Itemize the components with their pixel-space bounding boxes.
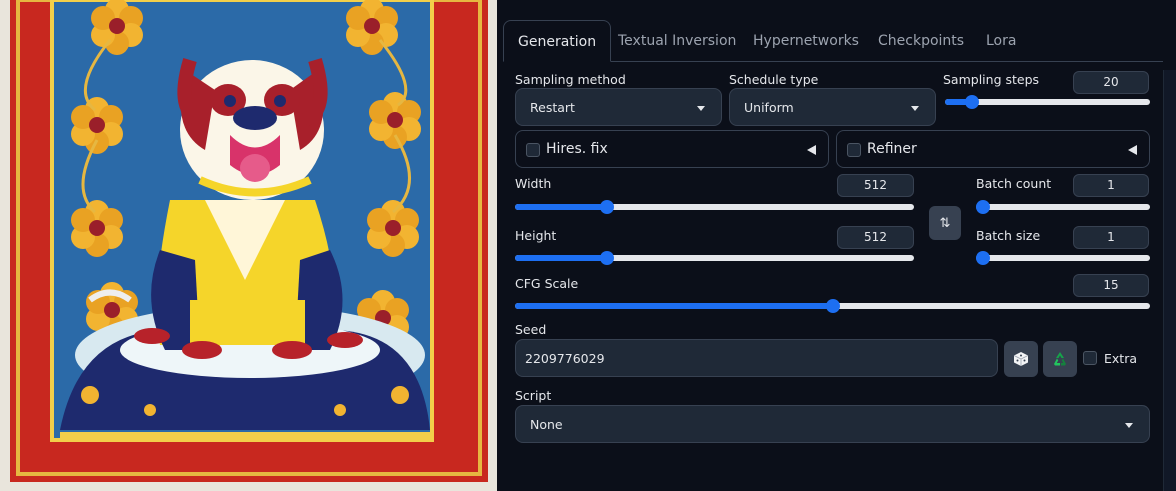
- seed-label: Seed: [515, 322, 547, 337]
- dice-icon: [1013, 352, 1029, 366]
- script-dropdown[interactable]: None: [515, 405, 1150, 443]
- width-label: Width: [515, 176, 552, 191]
- sampling-steps-label: Sampling steps: [943, 72, 1040, 87]
- refiner-checkbox[interactable]: [847, 143, 861, 157]
- random-seed-button[interactable]: [1004, 341, 1038, 377]
- slider-thumb[interactable]: [825, 299, 840, 313]
- hires-fix-accordion[interactable]: Hires. fix: [515, 130, 829, 168]
- slider-thumb[interactable]: [976, 251, 990, 265]
- height-label: Height: [515, 228, 557, 243]
- batch-size-label: Batch size: [976, 228, 1041, 243]
- height-slider[interactable]: [515, 250, 914, 266]
- refiner-label: Refiner: [867, 141, 917, 157]
- chevron-down-icon: [697, 106, 705, 111]
- collapse-arrow-icon[interactable]: [1128, 145, 1137, 155]
- slider-thumb[interactable]: [964, 95, 979, 109]
- sampling-method-dropdown[interactable]: Restart: [515, 88, 722, 126]
- collapse-arrow-icon[interactable]: [807, 145, 816, 155]
- slider-fill: [515, 303, 833, 309]
- seed-input[interactable]: 2209776029: [515, 339, 998, 377]
- tab-hypernetworks[interactable]: Hypernetworks: [753, 20, 859, 62]
- swap-dimensions-button[interactable]: ⇅: [929, 206, 961, 240]
- batch-size-slider[interactable]: [976, 250, 1150, 266]
- chevron-down-icon: [1125, 423, 1133, 428]
- swap-arrows-icon: ⇅: [939, 215, 951, 231]
- slider-fill: [515, 255, 607, 261]
- batch-count-label: Batch count: [976, 176, 1052, 191]
- slider-thumb[interactable]: [976, 200, 990, 214]
- batch-size-input[interactable]: 1: [1073, 226, 1149, 249]
- batch-count-input[interactable]: 1: [1073, 174, 1149, 197]
- schedule-type-value: Uniform: [744, 100, 794, 115]
- batch-count-slider[interactable]: [976, 199, 1150, 215]
- reuse-seed-button[interactable]: [1043, 341, 1077, 377]
- panel-scrollbar[interactable]: [1163, 70, 1176, 491]
- dog-tapestry-image: [0, 0, 497, 491]
- script-value: None: [530, 417, 563, 432]
- hires-fix-checkbox[interactable]: [526, 143, 540, 157]
- seed-value: 2209776029: [525, 351, 605, 366]
- slider-fill: [515, 204, 607, 210]
- width-slider[interactable]: [515, 199, 914, 215]
- chevron-down-icon: [911, 106, 919, 111]
- cfg-scale-input[interactable]: 15: [1073, 274, 1149, 297]
- extra-seed-checkbox[interactable]: [1083, 351, 1097, 365]
- schedule-type-label: Schedule type: [729, 72, 819, 87]
- refiner-accordion[interactable]: Refiner: [836, 130, 1150, 168]
- cfg-scale-slider[interactable]: [515, 298, 1150, 314]
- tab-textual-inversion[interactable]: Textual Inversion: [618, 20, 736, 62]
- generated-image: [0, 0, 497, 491]
- tab-generation[interactable]: Generation: [503, 20, 612, 62]
- hires-fix-label: Hires. fix: [546, 141, 608, 157]
- script-label: Script: [515, 388, 552, 403]
- sampling-method-value: Restart: [530, 100, 575, 115]
- sampling-method-label: Sampling method: [515, 72, 626, 87]
- height-input[interactable]: 512: [837, 226, 914, 249]
- slider-thumb[interactable]: [599, 251, 614, 265]
- tab-bar: Generation Textual Inversion Hypernetwor…: [503, 20, 1163, 62]
- tab-checkpoints[interactable]: Checkpoints: [878, 20, 964, 62]
- slider-thumb[interactable]: [599, 200, 614, 214]
- recycle-icon: [1054, 352, 1066, 366]
- schedule-type-dropdown[interactable]: Uniform: [729, 88, 936, 126]
- tab-lora[interactable]: Lora: [986, 20, 1016, 62]
- extra-seed-label: Extra: [1104, 351, 1137, 366]
- txt2img-settings-panel: Generation Textual Inversion Hypernetwor…: [497, 0, 1176, 491]
- sampling-steps-slider[interactable]: [945, 94, 1150, 110]
- sampling-steps-input[interactable]: 20: [1073, 71, 1149, 94]
- width-input[interactable]: 512: [837, 174, 914, 197]
- cfg-scale-label: CFG Scale: [515, 276, 579, 291]
